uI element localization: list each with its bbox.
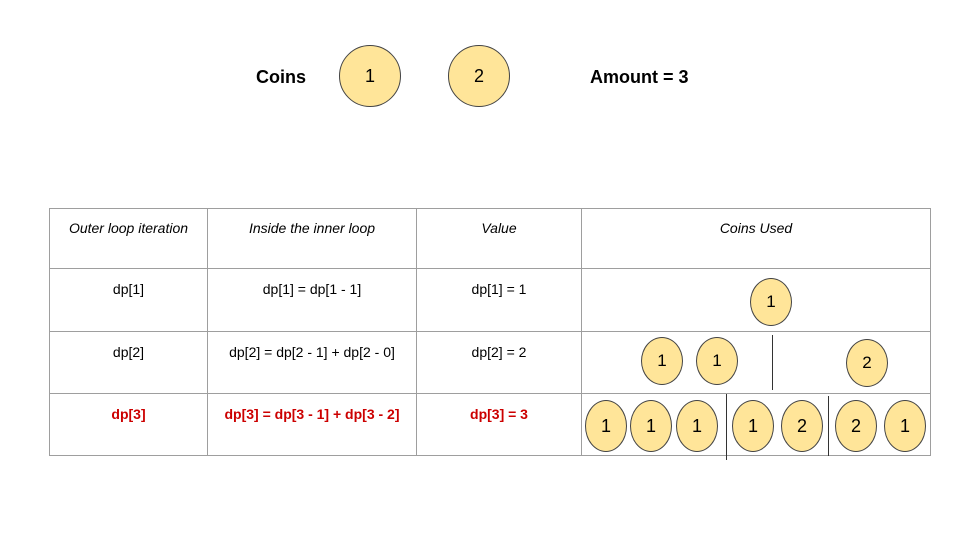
table-header-row: Outer loop iteration Inside the inner lo… xyxy=(49,208,931,269)
row3-coin-4: 1 xyxy=(732,400,774,452)
row3-coin-3: 1 xyxy=(676,400,718,452)
value-cell: dp[1] = 1 xyxy=(416,268,582,332)
row3-coin-6: 2 xyxy=(835,400,877,452)
table-row: dp[1] dp[1] = dp[1 - 1] dp[1] = 1 xyxy=(49,268,931,332)
header-coin-1: 1 xyxy=(339,45,401,107)
value-cell: dp[2] = 2 xyxy=(416,331,582,394)
inner-loop-cell: dp[2] = dp[2 - 1] + dp[2 - 0] xyxy=(207,331,417,394)
row3-combination-divider-2 xyxy=(828,396,829,456)
column-header-value: Value xyxy=(416,208,582,269)
column-header-outer-loop: Outer loop iteration xyxy=(49,208,208,269)
row3-coin-1: 1 xyxy=(585,400,627,452)
row2-coin-3: 2 xyxy=(846,339,888,387)
column-header-inner-loop: Inside the inner loop xyxy=(207,208,417,269)
iteration-cell: dp[2] xyxy=(49,331,208,394)
value-cell: dp[3] = 3 xyxy=(416,393,582,456)
row3-coin-5: 2 xyxy=(781,400,823,452)
header-coin-2: 2 xyxy=(448,45,510,107)
row2-combination-divider xyxy=(772,335,773,390)
inner-loop-cell: dp[1] = dp[1 - 1] xyxy=(207,268,417,332)
table-row: dp[2] dp[2] = dp[2 - 1] + dp[2 - 0] dp[2… xyxy=(49,331,931,394)
iteration-cell: dp[1] xyxy=(49,268,208,332)
coins-label: Coins xyxy=(256,67,307,87)
row1-coin-1: 1 xyxy=(750,278,792,326)
diagram-canvas: Coins 1 2 Amount = 3 Outer loop iteratio… xyxy=(0,0,960,540)
amount-label: Amount = 3 xyxy=(590,67,689,87)
iteration-cell: dp[3] xyxy=(49,393,208,456)
row3-coin-7: 1 xyxy=(884,400,926,452)
column-header-coins-used: Coins Used xyxy=(581,208,931,269)
row2-coin-1: 1 xyxy=(641,337,683,385)
row3-coin-2: 1 xyxy=(630,400,672,452)
row2-coin-2: 1 xyxy=(696,337,738,385)
row3-combination-divider-1 xyxy=(726,394,727,460)
inner-loop-cell: dp[3] = dp[3 - 1] + dp[3 - 2] xyxy=(207,393,417,456)
